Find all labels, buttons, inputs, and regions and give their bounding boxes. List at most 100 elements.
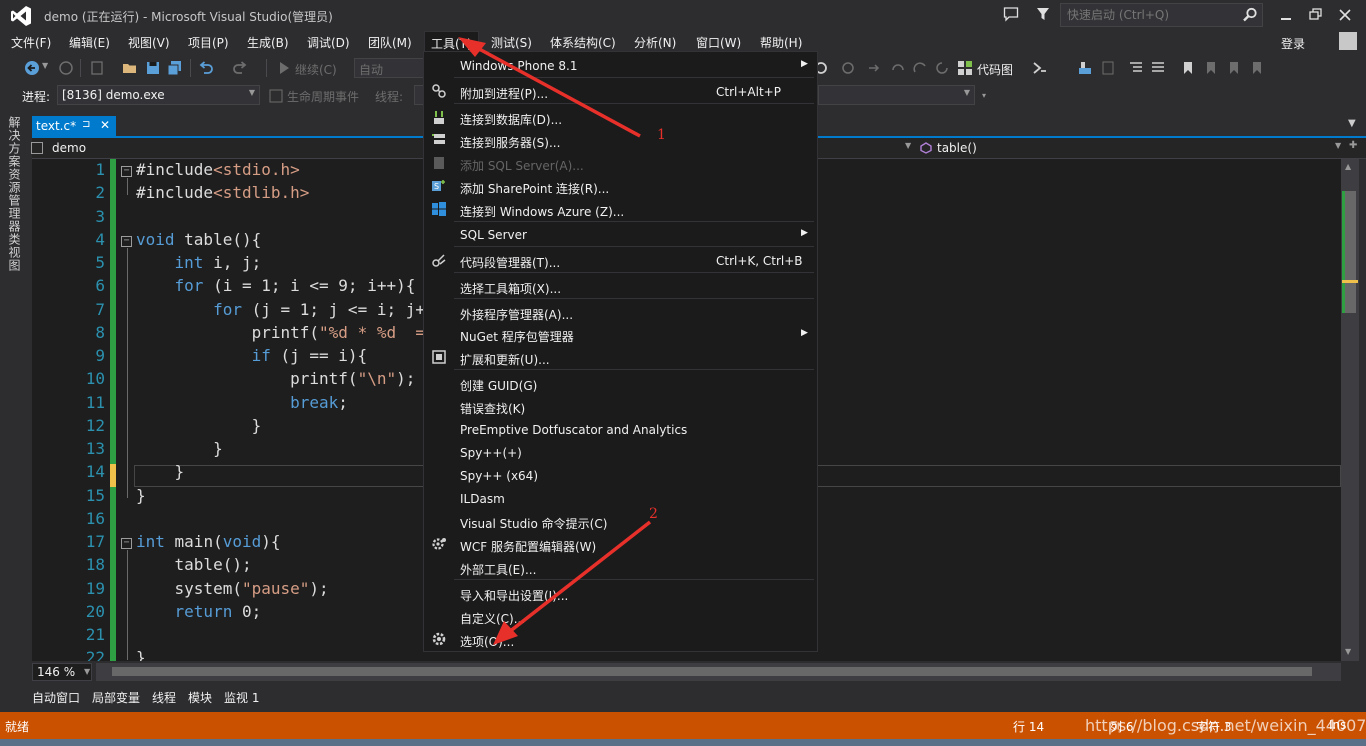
scroll-up-icon[interactable]: ▲ bbox=[1345, 162, 1351, 171]
tools-menu-item[interactable]: WCF 服务配置编辑器(W) bbox=[425, 533, 816, 555]
menu-analyze[interactable]: 分析(N) bbox=[634, 34, 676, 51]
menu-help[interactable]: 帮助(H) bbox=[760, 34, 802, 51]
tools-menu-item[interactable]: 导入和导出设置(I)... bbox=[425, 582, 816, 604]
solution-explorer-tab[interactable]: 解决方案资源管理器 bbox=[7, 116, 23, 233]
quick-launch-box[interactable] bbox=[1060, 3, 1263, 27]
open-folder-icon[interactable] bbox=[122, 60, 138, 76]
comment-lines-icon[interactable] bbox=[1128, 60, 1144, 76]
menu-team[interactable]: 团队(M) bbox=[368, 34, 412, 51]
code-line[interactable]: table(); bbox=[136, 555, 252, 574]
scroll-down-icon[interactable]: ▼ bbox=[1345, 647, 1351, 656]
filter-icon[interactable] bbox=[1036, 6, 1050, 22]
tools-menu-item[interactable]: NuGet 程序包管理器 ▶ bbox=[425, 323, 816, 345]
restore-icon[interactable] bbox=[1305, 5, 1327, 25]
tools-menu-item[interactable]: Spy++(+) bbox=[425, 441, 816, 463]
close-tab-icon[interactable]: ✕ bbox=[100, 118, 110, 132]
code-line[interactable]: if (j == i){ bbox=[136, 346, 368, 365]
horizontal-scrollbar[interactable] bbox=[96, 663, 1341, 681]
step-over-icon[interactable] bbox=[890, 60, 906, 76]
tools-menu-item[interactable]: 连接到服务器(S)... bbox=[425, 129, 816, 151]
tools-menu-item[interactable]: 附加到进程(P)... Ctrl+Alt+P bbox=[425, 80, 816, 102]
code-line[interactable]: for (i = 1; i <= 9; i++){ bbox=[136, 276, 416, 295]
thread-window-icon[interactable] bbox=[1100, 60, 1116, 76]
notification-icon[interactable] bbox=[1003, 6, 1019, 22]
lifecycle-events-button[interactable]: 生命周期事件 bbox=[287, 88, 359, 105]
code-line[interactable]: } bbox=[136, 648, 146, 661]
login-link[interactable]: 登录 bbox=[1281, 35, 1305, 52]
clear-bookmarks-icon[interactable] bbox=[1249, 60, 1265, 76]
menu-window[interactable]: 窗口(W) bbox=[696, 34, 741, 51]
step-out-icon[interactable] bbox=[912, 60, 928, 76]
navigate-forward-icon[interactable] bbox=[58, 60, 74, 76]
tools-menu-item[interactable]: 连接到 Windows Azure (Z)... bbox=[425, 198, 816, 220]
class-view-tab[interactable]: 类视图 bbox=[7, 233, 23, 272]
refresh-icon[interactable] bbox=[934, 60, 950, 76]
menu-build[interactable]: 生成(B) bbox=[247, 34, 289, 51]
tools-menu-item[interactable]: 创建 GUID(G) bbox=[425, 372, 816, 394]
split-window-icon[interactable]: ✚ bbox=[1349, 140, 1357, 151]
undo-icon[interactable] bbox=[198, 60, 214, 76]
step-into-icon[interactable] bbox=[866, 60, 882, 76]
solution-config-combo[interactable]: 自动 bbox=[354, 58, 424, 78]
save-icon[interactable] bbox=[145, 60, 161, 76]
code-line[interactable]: return 0; bbox=[136, 602, 262, 621]
chevron-down-icon[interactable]: ▼ bbox=[84, 667, 90, 676]
tab-autos[interactable]: 自动窗口 bbox=[32, 689, 80, 706]
scroll-thumb[interactable] bbox=[1344, 191, 1356, 313]
bookmark-icon[interactable] bbox=[1180, 60, 1196, 76]
tools-menu-item[interactable]: Visual Studio 命令提示(C) bbox=[425, 510, 816, 532]
tools-menu-item[interactable]: ILDasm bbox=[425, 487, 816, 509]
navigate-back-icon[interactable] bbox=[24, 60, 40, 76]
tabs-dropdown-icon[interactable]: ▼ bbox=[1348, 118, 1356, 129]
code-line[interactable]: } bbox=[136, 439, 223, 458]
tools-menu-item[interactable]: PreEmptive Dotfuscator and Analytics bbox=[425, 418, 816, 440]
quick-launch-input[interactable] bbox=[1061, 4, 1231, 26]
tools-menu-item[interactable]: 代码段管理器(T)... Ctrl+K, Ctrl+B bbox=[425, 249, 816, 271]
code-line[interactable]: } bbox=[136, 486, 146, 505]
code-line[interactable]: void table(){ bbox=[136, 230, 261, 249]
minimize-icon[interactable] bbox=[1275, 5, 1297, 25]
collapse-region-icon[interactable]: − bbox=[121, 538, 132, 549]
tools-menu-item[interactable]: 连接到数据库(D)... bbox=[425, 106, 816, 128]
tools-menu-item[interactable]: 外接程序管理器(A)... bbox=[425, 301, 816, 323]
previous-bookmark-icon[interactable] bbox=[1203, 60, 1219, 76]
tools-menu-item[interactable]: 选择工具箱项(X)... bbox=[425, 275, 816, 297]
member-combo[interactable]: table() bbox=[937, 141, 977, 155]
redo-icon[interactable] bbox=[232, 60, 248, 76]
continue-play-icon[interactable] bbox=[276, 60, 292, 76]
code-line[interactable]: for (j = 1; j <= i; j++){ bbox=[136, 300, 454, 319]
save-all-icon[interactable] bbox=[167, 60, 183, 76]
code-line[interactable]: break; bbox=[136, 393, 348, 412]
tab-text-c[interactable]: text.c* ⊐ ✕ bbox=[32, 116, 116, 136]
code-line[interactable]: printf("\n"); bbox=[136, 369, 415, 388]
tools-menu-item[interactable]: 扩展和更新(U)... bbox=[425, 346, 816, 368]
code-line[interactable]: } bbox=[136, 416, 262, 435]
chevron-down-icon[interactable]: ▼ bbox=[905, 141, 911, 150]
menu-project[interactable]: 项目(P) bbox=[188, 34, 229, 51]
uncomment-lines-icon[interactable] bbox=[1150, 60, 1166, 76]
tab-locals[interactable]: 局部变量 bbox=[92, 689, 140, 706]
tools-menu-item[interactable]: 自定义(C)... bbox=[425, 605, 816, 627]
tools-menu-item[interactable]: 外部工具(E)... bbox=[425, 556, 816, 578]
tools-menu-item[interactable]: 选项(O)... bbox=[425, 628, 816, 650]
back-dropdown-icon[interactable]: ▼ bbox=[42, 61, 48, 70]
zoom-level-combo[interactable]: 146 % bbox=[32, 663, 92, 681]
show-next-statement-icon[interactable] bbox=[840, 60, 856, 76]
stack-frame-combo[interactable]: ▼ bbox=[818, 85, 975, 105]
pin-icon[interactable]: ⊐ bbox=[82, 119, 90, 130]
search-icon[interactable] bbox=[1242, 7, 1258, 23]
code-line[interactable]: system("pause"); bbox=[136, 579, 329, 598]
process-combo[interactable]: [8136] demo.exe ▼ bbox=[57, 85, 260, 105]
close-icon[interactable] bbox=[1334, 5, 1356, 25]
code-map-button[interactable]: 代码图 bbox=[977, 61, 1013, 78]
scroll-thumb[interactable] bbox=[112, 667, 1312, 676]
tools-menu-item[interactable]: Spy++ (x64) bbox=[425, 464, 816, 486]
code-line[interactable]: int main(void){ bbox=[136, 532, 281, 551]
tab-threads[interactable]: 线程 bbox=[152, 689, 176, 706]
breakpoint-window-icon[interactable] bbox=[1077, 60, 1093, 76]
menu-file[interactable]: 文件(F) bbox=[11, 34, 51, 51]
tools-menu-item[interactable]: S 添加 SharePoint 连接(R)... bbox=[425, 175, 816, 197]
tab-modules[interactable]: 模块 bbox=[188, 689, 212, 706]
menu-view[interactable]: 视图(V) bbox=[128, 34, 170, 51]
menu-test[interactable]: 测试(S) bbox=[491, 34, 532, 51]
